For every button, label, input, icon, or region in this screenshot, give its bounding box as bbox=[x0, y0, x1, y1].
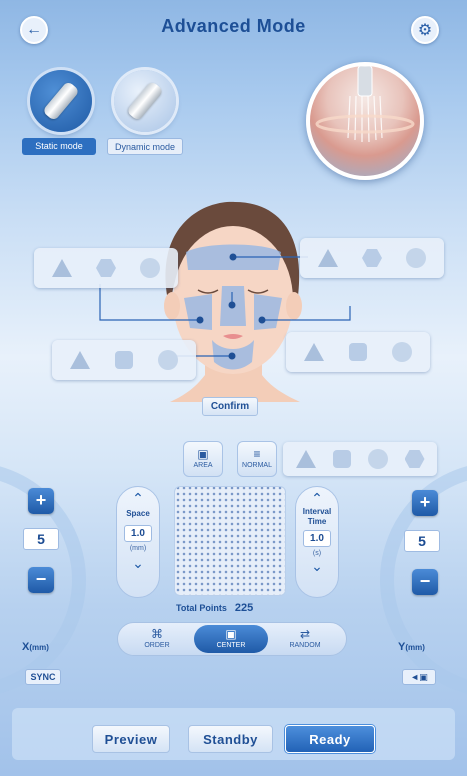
space-increase-button[interactable]: ⌃ bbox=[117, 491, 159, 505]
static-mode-label[interactable]: Static mode bbox=[22, 138, 96, 155]
center-icon: ▣ bbox=[225, 627, 237, 641]
triangle-shape-icon[interactable] bbox=[70, 351, 91, 369]
x-decrease-button[interactable]: − bbox=[28, 567, 54, 593]
order-option[interactable]: ⌘ ORDER bbox=[120, 625, 194, 653]
confirm-button[interactable]: Confirm bbox=[202, 397, 258, 416]
interval-decrease-button[interactable]: ⌄ bbox=[296, 559, 338, 573]
handpiece-icon bbox=[42, 80, 80, 122]
settings-button[interactable]: ⚙ bbox=[411, 16, 439, 44]
minus-icon: − bbox=[35, 569, 47, 589]
triangle-shape-icon[interactable] bbox=[52, 259, 72, 277]
y-decrease-button[interactable]: − bbox=[412, 569, 438, 595]
x-axis-label: X(mm) bbox=[22, 641, 49, 653]
dot-matrix-preview bbox=[174, 486, 286, 596]
gear-icon: ⚙ bbox=[417, 22, 433, 39]
circle-shape-icon[interactable] bbox=[406, 248, 426, 268]
circle-shape-icon[interactable] bbox=[140, 258, 160, 278]
circle-shape-icon[interactable] bbox=[157, 350, 178, 370]
space-value: 1.0 bbox=[124, 525, 152, 542]
page-title: Advanced Mode bbox=[161, 16, 306, 36]
zone-shape-panel-lower-right[interactable] bbox=[286, 332, 430, 372]
y-value: 5 bbox=[404, 530, 440, 552]
ready-button[interactable]: Ready bbox=[285, 725, 375, 753]
square-shape-icon[interactable] bbox=[332, 450, 351, 468]
preview-button[interactable]: Preview bbox=[92, 725, 170, 753]
space-decrease-button[interactable]: ⌄ bbox=[117, 556, 159, 570]
face-illustration bbox=[99, 201, 351, 402]
static-mode-button[interactable] bbox=[30, 70, 92, 132]
command-icon: ⌘ bbox=[151, 627, 163, 641]
x-value: 5 bbox=[23, 528, 59, 550]
y-axis-label: Y(mm) bbox=[398, 641, 425, 653]
interval-value: 1.0 bbox=[303, 530, 331, 547]
plus-icon: + bbox=[35, 490, 47, 510]
spot-shape-selector[interactable] bbox=[283, 442, 437, 476]
shuffle-icon: ⇄ bbox=[299, 627, 311, 641]
zone-shape-panel-upper-right[interactable] bbox=[300, 238, 444, 278]
triangle-shape-icon[interactable] bbox=[304, 343, 325, 361]
center-option[interactable]: ▣ CENTER bbox=[194, 625, 268, 653]
skin-illustration bbox=[306, 62, 424, 180]
zone-shape-panel-upper-left[interactable] bbox=[34, 248, 178, 288]
circle-shape-icon[interactable] bbox=[367, 449, 388, 469]
handpiece-icon bbox=[126, 80, 164, 122]
total-points: Total Points 225 bbox=[176, 602, 254, 614]
triangle-shape-icon[interactable] bbox=[295, 450, 316, 468]
interval-time-control: ⌃ Interval Time 1.0 (s) ⌄ bbox=[295, 486, 339, 598]
y-increase-button[interactable]: + bbox=[412, 490, 438, 516]
space-control: ⌃ Space 1.0 (mm) ⌄ bbox=[116, 486, 160, 598]
save-button[interactable]: ◄▣ bbox=[402, 669, 436, 685]
save-icon: ◄▣ bbox=[410, 672, 428, 682]
square-shape-icon[interactable] bbox=[114, 351, 133, 369]
circle-shape-icon[interactable] bbox=[391, 342, 412, 362]
advanced-mode-screen: ← Advanced Mode ⚙ Static mode Dynamic mo… bbox=[0, 0, 467, 776]
sync-button[interactable]: SYNC bbox=[25, 669, 61, 685]
hexagon-shape-icon[interactable] bbox=[404, 450, 425, 468]
standby-button[interactable]: Standby bbox=[188, 725, 273, 753]
area-icon: ▣ bbox=[197, 447, 209, 461]
interval-increase-button[interactable]: ⌃ bbox=[296, 491, 338, 505]
layers-icon: ≡ bbox=[253, 447, 261, 461]
plus-icon: + bbox=[419, 492, 431, 512]
square-shape-icon[interactable] bbox=[348, 343, 367, 361]
random-option[interactable]: ⇄ RANDOM bbox=[268, 625, 342, 653]
area-button[interactable]: ▣ AREA bbox=[183, 441, 223, 477]
triangle-shape-icon[interactable] bbox=[318, 249, 338, 267]
zone-shape-panel-lower-left[interactable] bbox=[52, 340, 196, 380]
minus-icon: − bbox=[419, 571, 431, 591]
normal-button[interactable]: ≡ NORMAL bbox=[237, 441, 277, 477]
needle-icon bbox=[315, 66, 415, 143]
hexagon-shape-icon[interactable] bbox=[96, 259, 116, 277]
dynamic-mode-button[interactable] bbox=[114, 70, 176, 132]
dynamic-mode-label[interactable]: Dynamic mode bbox=[107, 138, 183, 155]
hexagon-shape-icon[interactable] bbox=[362, 249, 382, 267]
x-increase-button[interactable]: + bbox=[28, 488, 54, 514]
